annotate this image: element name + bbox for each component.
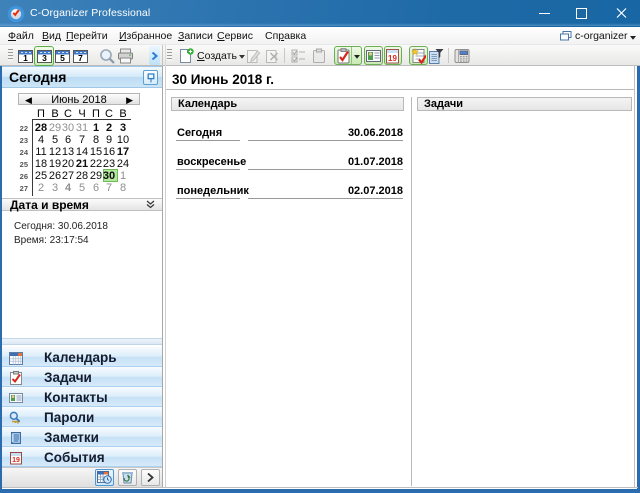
- svg-text:19: 19: [388, 54, 397, 63]
- svg-text:7: 7: [78, 53, 83, 63]
- svg-text:19: 19: [12, 457, 20, 464]
- svg-text:5: 5: [60, 53, 65, 63]
- svg-text:3: 3: [42, 53, 47, 63]
- svg-text:1: 1: [23, 53, 28, 63]
